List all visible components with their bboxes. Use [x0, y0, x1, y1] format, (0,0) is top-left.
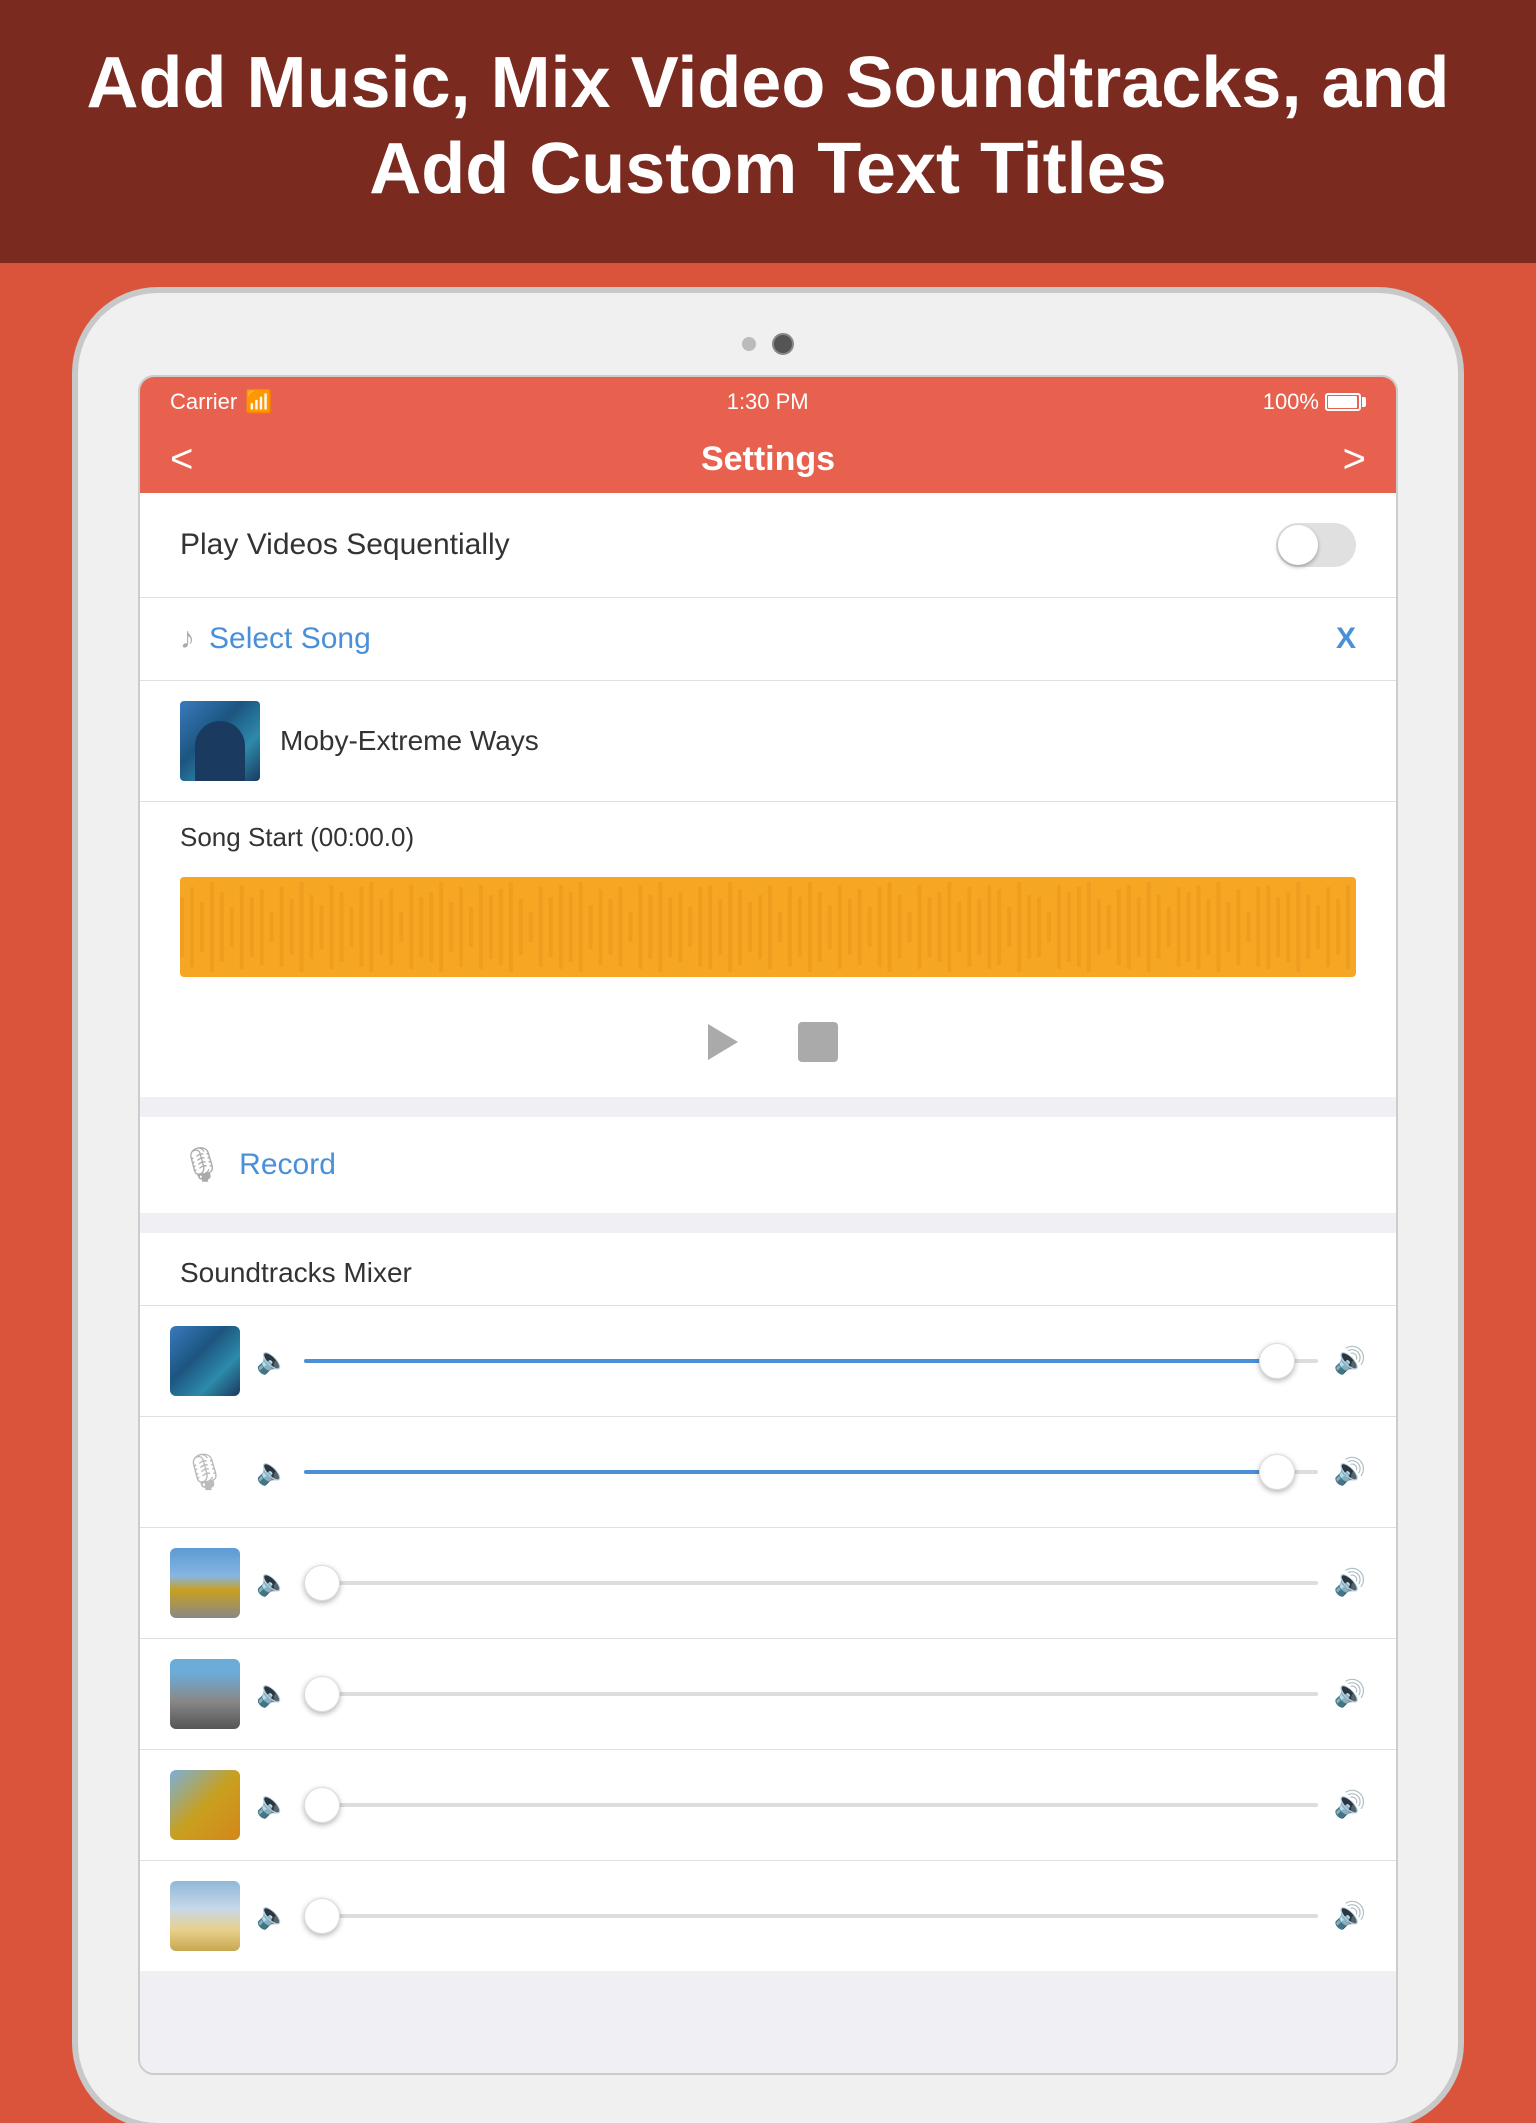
- volume-min-icon-5: 🔈: [256, 1789, 288, 1820]
- mixer-row-mic: 🎙 🔈 🔊: [140, 1416, 1396, 1527]
- waveform-container[interactable]: [140, 877, 1396, 997]
- slider-4[interactable]: [304, 1692, 1317, 1696]
- nav-title: Settings: [701, 440, 835, 479]
- status-bar: Carrier 📶 1:30 PM 100%: [140, 377, 1396, 427]
- mixer-thumbnail-3: [170, 1548, 240, 1618]
- mixer-thumbnail-4: [170, 1659, 240, 1729]
- play-triangle-icon: [708, 1024, 738, 1060]
- select-song-left: ♪ Select Song: [180, 622, 371, 656]
- status-bar-right: 100%: [1263, 389, 1366, 415]
- record-button[interactable]: Record: [239, 1148, 336, 1182]
- status-bar-time: 1:30 PM: [727, 389, 809, 415]
- song-start-label: Song Start (00:00.0): [180, 822, 1356, 853]
- nav-bar: < Settings >: [140, 427, 1396, 493]
- volume-max-icon-5: 🔊: [1334, 1789, 1366, 1820]
- song-start-row: Song Start (00:00.0): [140, 802, 1396, 877]
- content-area: Play Videos Sequentially ♪ Select Song X: [140, 493, 1396, 2073]
- song-thumbnail: [180, 701, 260, 781]
- slider-1[interactable]: [304, 1359, 1317, 1363]
- tablet-frame: Carrier 📶 1:30 PM 100% < Settings > Play…: [78, 293, 1458, 2123]
- nav-back-button[interactable]: <: [170, 437, 193, 482]
- select-song-button[interactable]: Select Song: [209, 622, 371, 656]
- music-note-icon: ♪: [180, 622, 195, 656]
- mixer-thumbnail-1: [170, 1326, 240, 1396]
- volume-max-icon-3: 🔊: [1334, 1567, 1366, 1598]
- mixer-row-5: 🔈 🔊: [140, 1749, 1396, 1860]
- battery-icon: [1325, 393, 1366, 411]
- play-videos-toggle[interactable]: [1276, 523, 1356, 567]
- microphone-icon: 🎙: [180, 1145, 223, 1185]
- volume-min-icon-4: 🔈: [256, 1678, 288, 1709]
- battery-label: 100%: [1263, 389, 1319, 415]
- nav-forward-button[interactable]: >: [1343, 437, 1366, 482]
- close-song-button[interactable]: X: [1336, 622, 1356, 656]
- select-song-header: ♪ Select Song X: [140, 598, 1396, 681]
- volume-min-icon-2: 🔈: [256, 1456, 288, 1487]
- camera-dot: [772, 333, 794, 355]
- carrier-label: Carrier: [170, 389, 237, 415]
- mixer-title: Soundtracks Mixer: [140, 1233, 1396, 1305]
- mixer-mic-icon: 🎙: [182, 1451, 228, 1493]
- stop-button[interactable]: [798, 1022, 838, 1062]
- top-header: Add Music, Mix Video Soundtracks, and Ad…: [0, 0, 1536, 263]
- song-name: Moby-Extreme Ways: [280, 725, 539, 757]
- volume-max-icon-6: 🔊: [1334, 1900, 1366, 1931]
- play-videos-label: Play Videos Sequentially: [180, 528, 510, 562]
- mixer-row-6: 🔈 🔊: [140, 1860, 1396, 1971]
- waveform[interactable]: [180, 877, 1356, 977]
- song-item[interactable]: Moby-Extreme Ways: [140, 681, 1396, 802]
- volume-min-icon-6: 🔈: [256, 1900, 288, 1931]
- wifi-icon: 📶: [245, 389, 272, 415]
- header-title: Add Music, Mix Video Soundtracks, and Ad…: [80, 40, 1456, 213]
- mixer-row-4: 🔈 🔊: [140, 1638, 1396, 1749]
- slider-2[interactable]: [304, 1470, 1317, 1474]
- mixer-row: 🔈 🔊: [140, 1305, 1396, 1416]
- toggle-thumb: [1278, 525, 1318, 565]
- slider-5[interactable]: [304, 1803, 1317, 1807]
- phone-screen: Carrier 📶 1:30 PM 100% < Settings > Play…: [138, 375, 1398, 2075]
- mixer-row-3: 🔈 🔊: [140, 1527, 1396, 1638]
- volume-min-icon-1: 🔈: [256, 1345, 288, 1376]
- mixer-thumbnail-5: [170, 1770, 240, 1840]
- volume-max-icon-1: 🔊: [1334, 1345, 1366, 1376]
- select-song-section: ♪ Select Song X Moby-Extreme Ways Song S…: [140, 598, 1396, 1097]
- mixer-thumbnail-6: [170, 1881, 240, 1951]
- volume-min-icon-3: 🔈: [256, 1567, 288, 1598]
- tablet-camera-area: [742, 333, 794, 355]
- slider-3[interactable]: [304, 1581, 1317, 1585]
- playback-controls: [140, 997, 1396, 1097]
- mixer-mic-cell: 🎙: [170, 1437, 240, 1507]
- volume-max-icon-2: 🔊: [1334, 1456, 1366, 1487]
- play-videos-sequentially-row: Play Videos Sequentially: [140, 493, 1396, 598]
- play-button[interactable]: [698, 1017, 748, 1067]
- volume-max-icon-4: 🔊: [1334, 1678, 1366, 1709]
- status-bar-left: Carrier 📶: [170, 389, 273, 415]
- camera-dot-small: [742, 337, 756, 351]
- slider-6[interactable]: [304, 1914, 1317, 1918]
- record-section: 🎙 Record: [140, 1117, 1396, 1213]
- mixer-section: Soundtracks Mixer 🔈 🔊 🎙: [140, 1233, 1396, 1971]
